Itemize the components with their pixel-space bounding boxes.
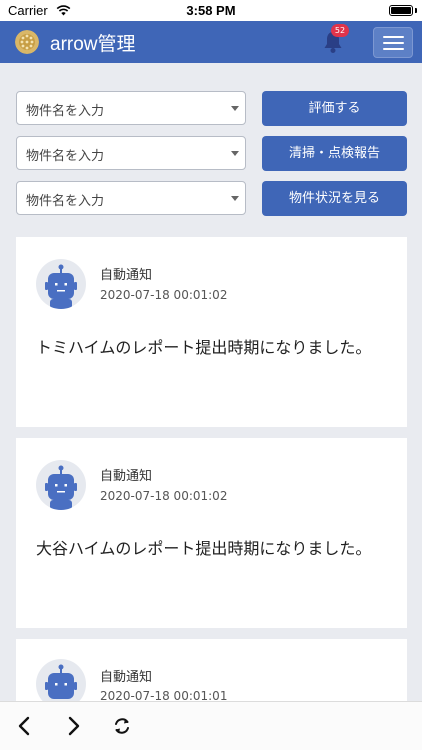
control-row-inspection: 物件名を入力 清掃・点検報告 xyxy=(16,136,407,171)
control-row-evaluate: 物件名を入力 評価する xyxy=(16,91,407,126)
back-arrow-icon[interactable] xyxy=(14,715,36,737)
forward-arrow-icon[interactable] xyxy=(62,715,84,737)
select-placeholder: 物件名を入力 xyxy=(26,104,105,119)
select-placeholder: 物件名を入力 xyxy=(26,149,105,164)
property-name-select[interactable]: 物件名を入力 xyxy=(16,136,246,170)
notification-message: 大谷ハイムのレポート提出時期になりました。 xyxy=(36,539,372,558)
select-placeholder: 物件名を入力 xyxy=(26,194,105,209)
robot-avatar-icon xyxy=(36,259,86,309)
chevron-down-icon xyxy=(231,196,239,201)
notification-sender: 自動通知 xyxy=(100,469,153,484)
clock: 3:58 PM xyxy=(186,3,236,18)
notification-card[interactable]: 自動通知 2020-07-18 00:01:02 トミハイムのレポート提出時期に… xyxy=(16,237,407,427)
notification-message: トミハイムのレポート提出時期になりました。 xyxy=(36,338,372,357)
property-name-select[interactable]: 物件名を入力 xyxy=(16,91,246,125)
notification-count-badge: 52 xyxy=(331,24,349,37)
notification-card[interactable]: 自動通知 2020-07-18 00:01:02 大谷ハイムのレポート提出時期に… xyxy=(16,438,407,628)
app-logo-icon xyxy=(15,30,39,54)
browser-toolbar xyxy=(0,701,422,750)
notification-sender: 自動通知 xyxy=(100,670,153,685)
app-title: arrow管理 xyxy=(50,34,136,55)
battery-icon xyxy=(389,5,413,16)
reload-icon[interactable] xyxy=(111,715,133,737)
hamburger-menu-button[interactable] xyxy=(373,27,413,58)
view-property-status-button[interactable]: 物件状況を見る xyxy=(262,181,407,216)
control-row-status: 物件名を入力 物件状況を見る xyxy=(16,181,407,216)
status-bar: Carrier 3:58 PM xyxy=(0,0,422,21)
robot-avatar-icon xyxy=(36,460,86,510)
notification-card[interactable]: 自動通知 2020-07-18 00:01:01 xyxy=(16,639,407,709)
notification-timestamp: 2020-07-18 00:01:02 xyxy=(100,288,228,302)
notification-sender: 自動通知 xyxy=(100,268,153,283)
property-name-select[interactable]: 物件名を入力 xyxy=(16,181,246,215)
notification-timestamp: 2020-07-18 00:01:02 xyxy=(100,489,228,503)
cleaning-inspection-report-button[interactable]: 清掃・点検報告 xyxy=(262,136,407,171)
chevron-down-icon xyxy=(231,106,239,111)
chevron-down-icon xyxy=(231,151,239,156)
app-header: arrow管理 52 xyxy=(0,21,422,63)
evaluate-button[interactable]: 評価する xyxy=(262,91,407,126)
